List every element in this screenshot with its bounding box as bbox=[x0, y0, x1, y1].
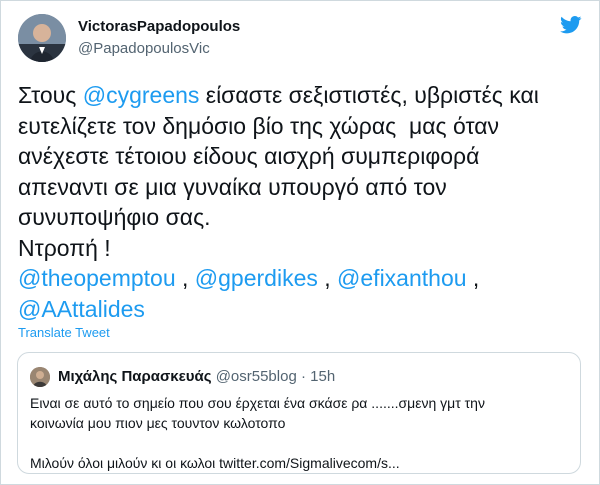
tweet-text-segment: , bbox=[466, 265, 480, 291]
mention-link[interactable]: @theopemptou bbox=[18, 265, 176, 291]
quoted-author-name: Μιχάλης Παρασκευάς bbox=[58, 368, 212, 385]
mention-link[interactable]: @cygreens bbox=[83, 82, 200, 108]
quoted-tweet-header: Μιχάλης Παρασκευάς @osr55blog · 15h bbox=[58, 368, 335, 385]
tweet-text-line: @theopemptou , @gperdikes , @efixanthou … bbox=[18, 263, 578, 294]
tweet-text-segment: ευτελίζετε τον δημόσιο βίο της χώρας μας… bbox=[18, 112, 500, 139]
tweet-text-segment: , bbox=[317, 265, 338, 291]
tweet-text-line: συνυποψήφιο σας. bbox=[18, 202, 578, 233]
tweet-text-line: Στους @cygreens είσαστε σεξιστιστές, υβρ… bbox=[18, 80, 578, 111]
tweet-text-segment: απεναντι σε μια γυναίκα υπουργό από τον bbox=[18, 173, 447, 200]
tweet-text-line: @AAttalides bbox=[18, 294, 578, 325]
quoted-author-handle: @osr55blog bbox=[215, 368, 297, 385]
tweet-text-segment: Ντροπή ! bbox=[18, 234, 111, 261]
quoted-tweet-time: 15h bbox=[310, 368, 336, 385]
mention-link[interactable]: @gperdikes bbox=[195, 265, 318, 291]
mention-link[interactable]: @efixanthou bbox=[337, 265, 467, 291]
tweet-text-segment: συνυποψήφιο σας. bbox=[18, 204, 211, 230]
twitter-bird-icon[interactable] bbox=[560, 16, 582, 34]
quoted-tweet[interactable]: Μιχάλης Παρασκευάς @osr55blog · 15h Εινα… bbox=[17, 352, 581, 474]
quoted-author-avatar bbox=[30, 367, 50, 387]
mention-link[interactable]: @AAttalides bbox=[18, 296, 145, 322]
quoted-tweet-separator: · bbox=[300, 368, 306, 385]
tweet-text-line: Ντροπή ! bbox=[18, 233, 578, 264]
author-display-name[interactable]: VictorasPapadopoulos bbox=[78, 18, 240, 35]
quoted-text-line: Μιλούν όλοι μιλούν κι οι κωλοι twitter.c… bbox=[30, 455, 400, 471]
tweet-text-segment: Στους bbox=[18, 82, 83, 108]
translate-tweet-link[interactable]: Translate Tweet bbox=[18, 325, 110, 340]
quoted-text-line bbox=[30, 433, 570, 453]
tweet-text-segment: είσαστε σεξιστιστές, υβριστές και bbox=[199, 82, 539, 108]
tweet-text-segment: , bbox=[175, 265, 195, 291]
quoted-text-line: κοινωνία μου πιον μες τουντον κωλοτοπο bbox=[30, 415, 286, 431]
quoted-text-line: Ειναι σε αυτό το σημείο που σου έρχεται … bbox=[30, 395, 485, 411]
tweet-text-line: ανέχεστε τέτοιου είδους αισχρή συμπεριφο… bbox=[18, 141, 578, 172]
tweet-text-segment: ανέχεστε τέτοιου είδους αισχρή συμπεριφο… bbox=[18, 143, 480, 169]
tweet-text-line: ευτελίζετε τον δημόσιο βίο της χώρας μας… bbox=[18, 111, 578, 142]
quoted-tweet-text: Ειναι σε αυτό το σημείο που σου έρχεται … bbox=[30, 393, 570, 473]
tweet-text-line: απεναντι σε μια γυναίκα υπουργό από τον bbox=[18, 172, 578, 203]
tweet-text: Στους @cygreens είσαστε σεξιστιστές, υβρ… bbox=[18, 80, 578, 324]
author-handle[interactable]: @PapadopoulosVic bbox=[78, 40, 210, 57]
author-avatar[interactable] bbox=[18, 14, 66, 62]
